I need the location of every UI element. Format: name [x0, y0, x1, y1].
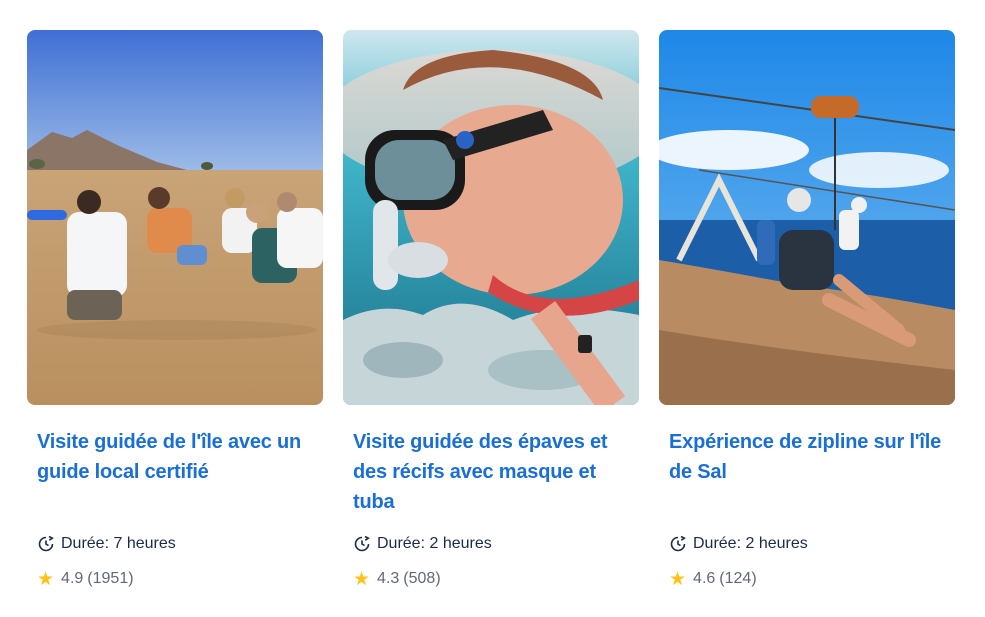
- rating-value: 4.3: [377, 570, 400, 587]
- rating-info: ★ 4.9 (1951): [37, 568, 313, 590]
- activity-title[interactable]: Visite guidée de l'île avec un guide loc…: [37, 427, 313, 517]
- clock-icon: [37, 535, 55, 553]
- duration-info: Durée: 2 heures: [669, 533, 945, 555]
- rating-info: ★ 4.6 (124): [669, 568, 945, 590]
- clock-icon: [669, 535, 687, 553]
- activity-image-zipline[interactable]: [659, 30, 955, 405]
- duration-text: Durée: 2 heures: [377, 535, 492, 552]
- activity-title[interactable]: Expérience de zipline sur l'île de Sal: [669, 427, 945, 517]
- activity-card-snorkeling[interactable]: Visite guidée des épaves et des récifs a…: [343, 30, 639, 590]
- activity-title[interactable]: Visite guidée des épaves et des récifs a…: [353, 427, 629, 517]
- duration-text: Durée: 7 heures: [61, 535, 176, 552]
- activity-cards: Visite guidée de l'île avec un guide loc…: [27, 30, 955, 590]
- duration-info: Durée: 2 heures: [353, 533, 629, 555]
- star-icon: ★: [37, 568, 55, 590]
- activity-image-snorkeling[interactable]: [343, 30, 639, 405]
- rating-value: 4.9: [61, 570, 84, 587]
- rating-info: ★ 4.3 (508): [353, 568, 629, 590]
- duration-text: Durée: 2 heures: [693, 535, 808, 552]
- star-icon: ★: [669, 568, 687, 590]
- activity-card-zipline[interactable]: Expérience de zipline sur l'île de Sal D…: [659, 30, 955, 590]
- review-count: (124): [719, 570, 757, 587]
- review-count: (1951): [87, 570, 134, 587]
- activity-image-island-tour[interactable]: [27, 30, 323, 405]
- duration-info: Durée: 7 heures: [37, 533, 313, 555]
- rating-value: 4.6: [693, 570, 716, 587]
- star-icon: ★: [353, 568, 371, 590]
- activity-card-island-tour[interactable]: Visite guidée de l'île avec un guide loc…: [27, 30, 323, 590]
- review-count: (508): [403, 570, 441, 587]
- clock-icon: [353, 535, 371, 553]
